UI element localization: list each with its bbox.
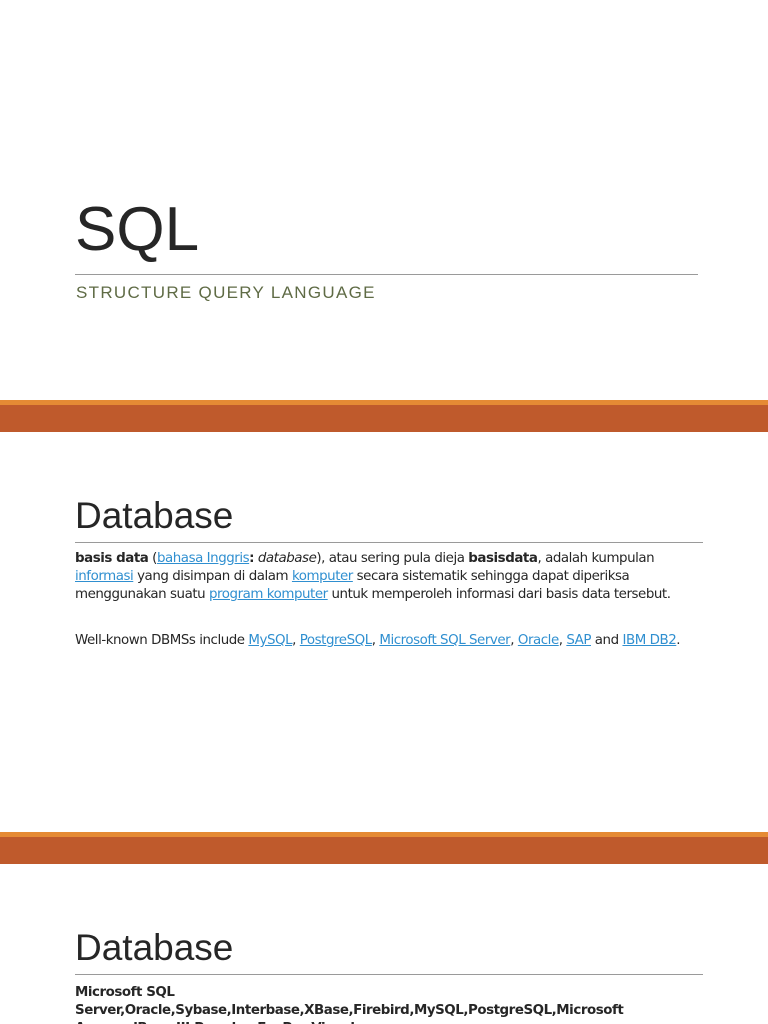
link-sap[interactable]: SAP <box>566 633 591 648</box>
heading-divider <box>75 542 703 543</box>
link-ibm-db2[interactable]: IBM DB2 <box>622 633 676 648</box>
link-program-komputer[interactable]: program komputer <box>209 587 328 602</box>
text-fragment: , adalah kumpulan <box>537 551 655 566</box>
text-fragment: , <box>510 633 518 648</box>
slide-separator <box>0 832 768 864</box>
text-fragment: . <box>676 633 681 648</box>
heading-divider <box>75 974 703 975</box>
slide-heading: Database <box>75 495 234 536</box>
slide-title: SQL <box>75 195 200 264</box>
text-fragment: untuk memperoleh informasi dari basis da… <box>327 587 671 602</box>
slide-subtitle: STRUCTURE QUERY LANGUAGE <box>76 283 376 302</box>
slide-separator <box>0 400 768 432</box>
definition-paragraph: basis data (bahasa Inggris: database), a… <box>75 550 705 604</box>
text-fragment: ( <box>148 551 157 566</box>
link-oracle[interactable]: Oracle <box>518 633 559 648</box>
text-fragment: ), atau sering pula dieja <box>316 551 469 566</box>
term-bold-alt: basisdata <box>468 551 538 566</box>
text-fragment: , <box>292 633 300 648</box>
dbms-paragraph: Well-known DBMSs include MySQL, PostgreS… <box>75 632 705 650</box>
database-definition-slide: Database basis data (bahasa Inggris: dat… <box>0 432 768 832</box>
term-bold: basis data <box>75 551 149 566</box>
link-mysql[interactable]: MySQL <box>248 633 292 648</box>
text-fragment: yang disimpan di dalam <box>133 569 292 584</box>
link-komputer[interactable]: komputer <box>292 569 353 584</box>
text-fragment: and <box>591 633 623 648</box>
database-list-paragraph: Microsoft SQL Server,Oracle,Sybase,Inter… <box>75 985 624 1024</box>
text-fragment: Well-known DBMSs include <box>75 633 249 648</box>
english-term: database <box>257 551 317 566</box>
title-divider <box>75 274 698 275</box>
link-microsoft-sql-server[interactable]: Microsoft SQL Server <box>379 633 510 648</box>
title-slide: SQL STRUCTURE QUERY LANGUAGE <box>0 0 768 400</box>
link-postgresql[interactable]: PostgreSQL <box>300 633 372 648</box>
link-bahasa-inggris[interactable]: bahasa Inggris <box>157 551 250 566</box>
slide-heading: Database <box>75 927 234 968</box>
database-list-slide: Database Microsoft SQL Server,Oracle,Syb… <box>0 864 768 1024</box>
link-informasi[interactable]: informasi <box>75 569 134 584</box>
